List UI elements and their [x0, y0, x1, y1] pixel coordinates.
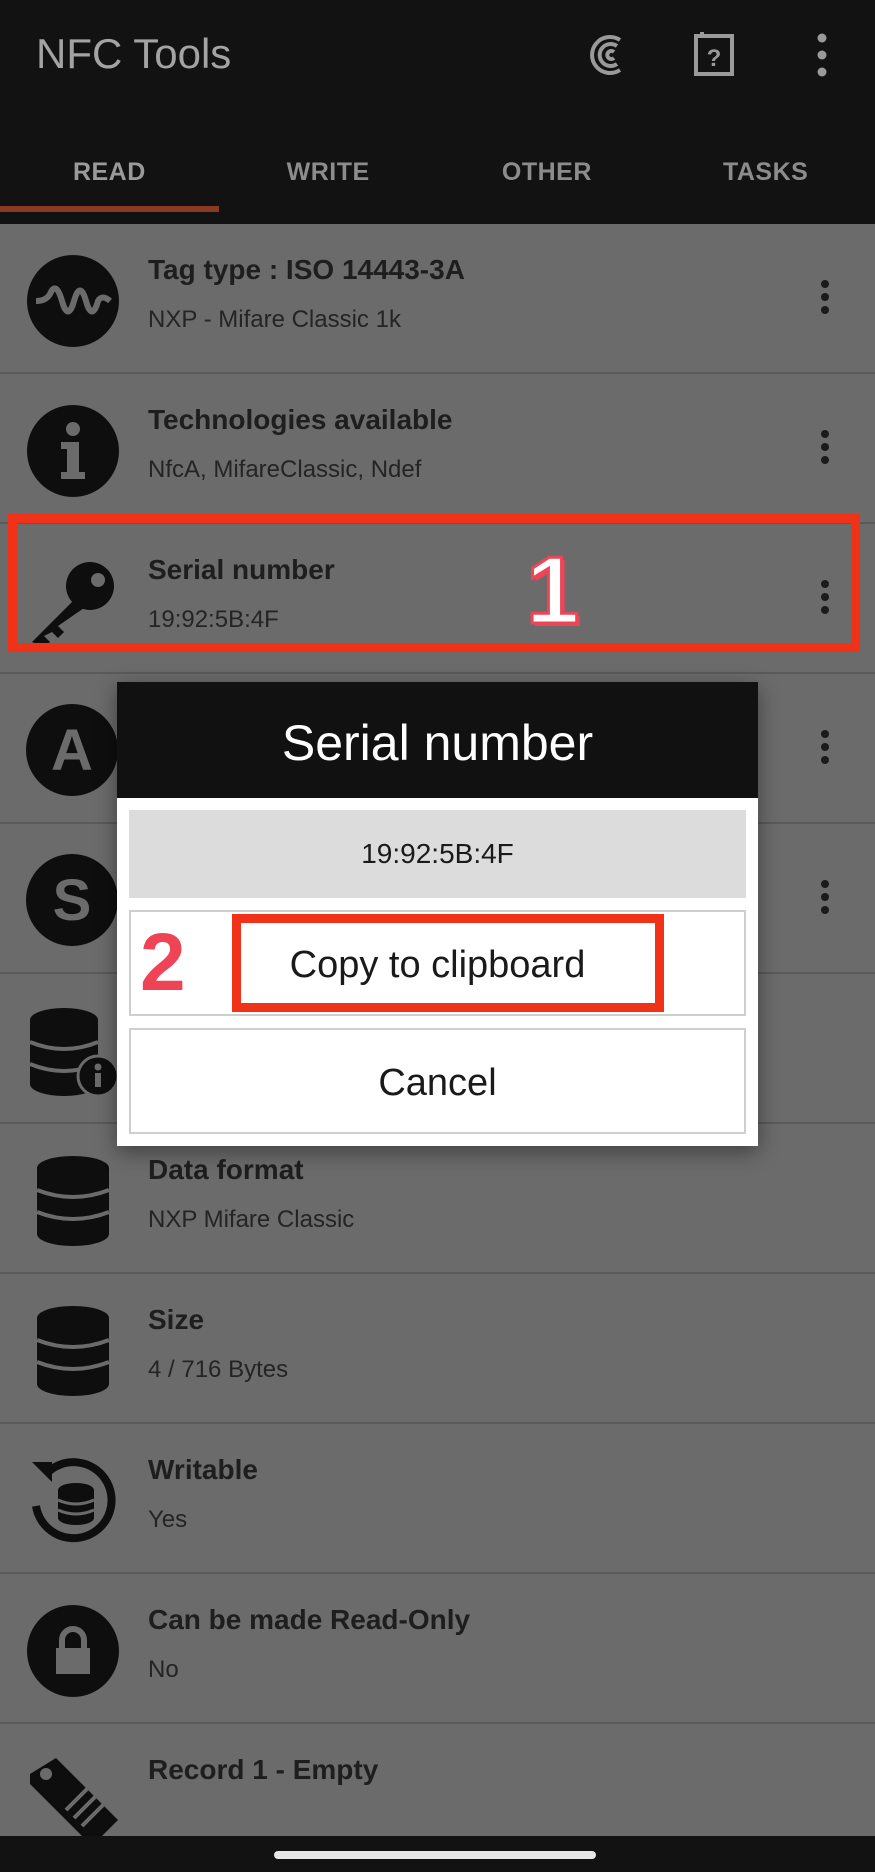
- database-refresh-icon: [32, 1458, 116, 1543]
- row-menu-icon[interactable]: [819, 730, 831, 766]
- highlight-box-copy-button: [232, 914, 664, 1012]
- app-bar: NFC Tools ? READ WRITE OTHER TASKS: [0, 0, 875, 224]
- row-menu-icon[interactable]: [819, 880, 831, 916]
- active-tab-indicator: [0, 206, 219, 212]
- nfc-scan-icon[interactable]: [584, 30, 634, 80]
- step-2-label: 2: [140, 917, 186, 1008]
- row-value: Yes: [148, 1506, 188, 1533]
- tab-write[interactable]: WRITE: [219, 140, 438, 224]
- row-menu-icon[interactable]: [819, 430, 831, 466]
- row-value: NXP - Mifare Classic 1k: [148, 306, 401, 333]
- info-icon: [27, 405, 119, 497]
- row-value: No: [148, 1656, 179, 1683]
- row-title: Technologies available: [148, 404, 453, 435]
- cancel-button[interactable]: Cancel: [129, 1028, 746, 1134]
- database-info-icon: [29, 1008, 120, 1098]
- lock-icon: [27, 1605, 119, 1697]
- row-title: Can be made Read-Only: [148, 1604, 471, 1635]
- row-title: Tag type : ISO 14443-3A: [148, 254, 465, 285]
- list-item-tag-type[interactable]: Tag type : ISO 14443-3A NXP - Mifare Cla…: [0, 224, 875, 374]
- overflow-menu-icon[interactable]: [802, 30, 852, 80]
- home-gesture-handle[interactable]: [274, 1851, 596, 1859]
- row-value: NfcA, MifareClassic, Ndef: [148, 456, 422, 483]
- step-1-label: 1: [524, 536, 580, 646]
- tab-other[interactable]: OTHER: [438, 140, 657, 224]
- row-value: 4 / 716 Bytes: [148, 1356, 289, 1383]
- row-title: Size: [148, 1304, 205, 1335]
- list-item-size[interactable]: Size 4 / 716 Bytes: [0, 1274, 875, 1424]
- tag-icon: [30, 1758, 118, 1846]
- serial-value-field[interactable]: 19:92:5B:4F: [129, 810, 746, 898]
- svg-text:?: ?: [707, 45, 722, 72]
- list-item-data-format[interactable]: Data format NXP Mifare Classic: [0, 1124, 875, 1274]
- letter-a-icon: A: [26, 704, 120, 798]
- list-item-writable[interactable]: Writable Yes: [0, 1424, 875, 1574]
- database-icon: [36, 1156, 110, 1246]
- letter-s-icon: S: [26, 854, 120, 948]
- row-value: NXP Mifare Classic: [148, 1206, 355, 1233]
- waveform-icon: [27, 255, 119, 347]
- highlight-box-serial-row: [8, 514, 860, 652]
- list-item-read-only[interactable]: Can be made Read-Only No: [0, 1574, 875, 1724]
- help-book-icon[interactable]: ?: [690, 30, 740, 80]
- database-icon: [36, 1306, 110, 1396]
- list-item-technologies[interactable]: Technologies available NfcA, MifareClass…: [0, 374, 875, 524]
- row-title: Data format: [148, 1154, 304, 1185]
- row-title: Writable: [148, 1454, 258, 1485]
- row-title: Record 1 - Empty: [148, 1754, 379, 1785]
- tab-tasks[interactable]: TASKS: [656, 140, 875, 224]
- row-menu-icon[interactable]: [819, 280, 831, 316]
- dialog-title: Serial number: [117, 682, 758, 798]
- app-title: NFC Tools: [36, 30, 232, 77]
